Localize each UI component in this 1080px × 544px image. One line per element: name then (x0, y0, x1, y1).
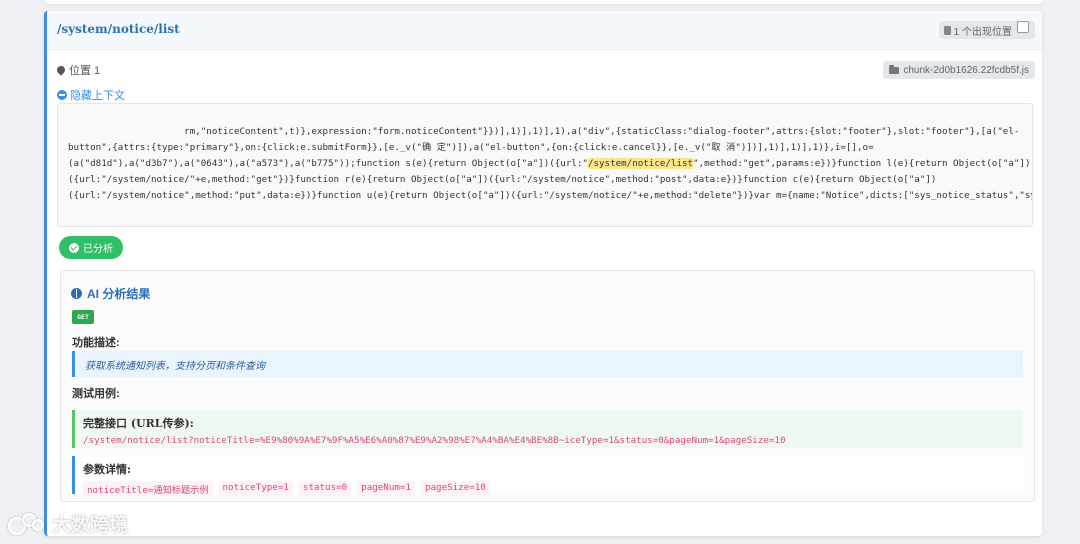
param-chip: status=0 (298, 481, 352, 497)
code-line: ({url:"/system/notice/"+e,method:"get"})… (68, 174, 937, 185)
watermark-text: 大数跨境 (52, 515, 129, 536)
param-chip: pageSize=10 (420, 481, 490, 497)
hide-context-toggle[interactable]: 隐藏上下文 (57, 87, 125, 103)
location-row: 位置 1 (55, 62, 101, 78)
minus-circle-icon (57, 90, 67, 100)
hide-context-label: 隐藏上下文 (70, 90, 125, 102)
code-line: button",{attrs:{type:"primary"},on:{clic… (68, 142, 874, 153)
description-box: 获取系统通知列表，支持分页和条件查询 (72, 351, 1023, 377)
highlighted-match: /system/notice/list (587, 158, 694, 169)
ai-analysis-panel: AI 分析结果 GET 功能描述: 获取系统通知列表，支持分页和条件查询 测试用… (60, 270, 1035, 502)
folder-icon (889, 64, 900, 74)
brain-icon (71, 288, 82, 299)
occurrence-badge: 1 个出现位置 (938, 21, 1035, 39)
param-chip: noticeTitle=通知标题示例 (83, 481, 213, 497)
document-icon (943, 25, 951, 35)
analyzed-status-button[interactable]: 已分析 (59, 236, 123, 259)
map-pin-icon (55, 64, 67, 76)
http-method-badge: GET (72, 310, 94, 324)
chunk-file-badge: chunk-2d0b1626.22fcdb5f.js (883, 61, 1035, 79)
endpoint-card: /system/notice/list 1 个出现位置 位置 1 chunk-2… (44, 11, 1042, 536)
description-text: 获取系统通知列表，支持分页和条件查询 (85, 360, 265, 372)
endpoint-path[interactable]: /system/notice/list (57, 22, 180, 36)
params-box: 参数详情: noticeTitle=通知标题示例 noticeType=1 st… (72, 456, 1023, 497)
function-description-label: 功能描述: (72, 337, 120, 349)
param-chip: noticeType=1 (218, 481, 293, 497)
full-url-box: 完整接口 (URL传参): /system/notice/list?notice… (72, 410, 1023, 448)
full-url-text[interactable]: /system/notice/list?noticeTitle=%E9%80%9… (83, 435, 1023, 446)
full-url-label: 完整接口 (URL传参): (83, 417, 194, 430)
code-line: ({url:"/system/notice",method:"put",data… (68, 190, 1033, 201)
previous-card-edge (45, 0, 1042, 4)
analyzed-label: 已分析 (83, 244, 113, 255)
code-line: (a("d81d"),a("d3b7"),a("0643"),a("a573")… (68, 156, 1030, 172)
location-label: 位置 1 (69, 65, 101, 77)
occurrence-count: 1 个出现位置 (953, 26, 1012, 38)
check-circle-icon (69, 242, 79, 253)
select-checkbox[interactable] (1017, 21, 1029, 33)
params-label: 参数详情: (83, 463, 132, 476)
code-segment: ",method:"get",params:e})}function l(e){… (693, 158, 1031, 169)
code-line: rm,"noticeContent",t)},expression:"form.… (68, 126, 1020, 137)
code-context-box: rm,"noticeContent",t)},expression:"form.… (57, 103, 1033, 227)
watermark-logo-icon (8, 512, 46, 535)
watermark: 大数跨境 (8, 510, 128, 537)
card-header: /system/notice/list 1 个出现位置 (47, 11, 1042, 50)
chunk-file-name: chunk-2d0b1626.22fcdb5f.js (903, 64, 1029, 76)
param-chip: pageNum=1 (357, 481, 415, 497)
ai-title-text: AI 分析结果 (87, 287, 151, 301)
params-list: noticeTitle=通知标题示例 noticeType=1 status=0… (83, 481, 1023, 497)
ai-panel-title: AI 分析结果 (71, 285, 150, 302)
test-cases-label: 测试用例: (72, 388, 120, 400)
code-segment: (a("d81d"),a("d3b7"),a("0643"),a("a573")… (68, 158, 588, 169)
